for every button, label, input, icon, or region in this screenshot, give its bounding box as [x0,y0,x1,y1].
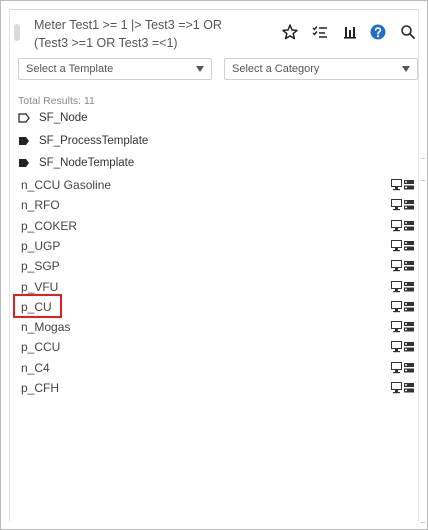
scroll-tick [421,180,425,181]
list-item[interactable]: p_CFH [10,378,418,398]
scroll-tick [421,522,425,523]
tag-filled-icon [19,159,29,167]
chevron-down-icon [196,66,204,72]
list-item-label: p_VFU [21,279,59,294]
category-select-label: Select a Category [232,63,320,75]
list-item-label: p_SGP [21,259,60,274]
tag-label: SF_ProcessTemplate [39,135,149,147]
help-icon[interactable] [368,22,388,42]
tag-label: SF_Node [39,112,88,124]
template-select[interactable]: Select a Template [18,58,212,80]
chevron-down-icon [402,66,410,72]
tag-item[interactable]: SF_Node [18,109,88,127]
monitor-server-icon[interactable] [391,280,415,293]
bar-chart-icon[interactable] [340,22,360,42]
list-item[interactable]: p_CCU [10,337,418,357]
drag-handle[interactable] [14,24,20,41]
monitor-server-icon[interactable] [391,219,415,232]
list-item[interactable]: n_C4 [10,358,418,378]
monitor-server-icon[interactable] [391,199,415,211]
monitor-server-icon[interactable] [391,239,415,252]
total-results: Total Results: 11 [18,95,95,107]
list-item[interactable]: n_Mogas [10,317,418,337]
monitor-server-icon[interactable] [391,382,415,394]
monitor-server-icon[interactable] [391,321,415,333]
list-item[interactable]: p_COKER [10,216,418,236]
list-item[interactable]: p_CU [10,297,418,317]
list-item-label: p_COKER [21,218,78,233]
list-item[interactable]: p_UGP [10,236,418,256]
query-text: Meter Test1 >= 1 |> Test3 =>1 OR (Test3 … [34,16,224,52]
list-item[interactable]: p_VFU [10,277,418,297]
monitor-server-icon[interactable] [391,341,415,353]
list-item-label: p_CU [21,299,52,314]
tag-outline-icon [18,113,30,123]
query-line-2: (Test3 >=1 OR Test3 =<1) [34,36,178,50]
monitor-server-icon[interactable] [391,361,415,374]
list-item[interactable]: n_RFO [10,195,418,215]
list-item-label: n_RFO [21,198,60,213]
template-select-label: Select a Template [26,63,114,75]
tag-item[interactable]: SF_ProcessTemplate [18,132,148,150]
panel-border-top [9,9,419,10]
list-item-label: n_CCU Gasoline [21,178,112,192]
list-item-label: p_CCU [21,340,61,355]
query-line-1: Meter Test1 >= 1 |> Test3 =>1 OR [34,18,222,32]
list-item[interactable]: n_CCU Gasoline [10,175,418,195]
tag-item[interactable]: SF_NodeTemplate [18,154,134,172]
monitor-server-icon[interactable] [391,300,415,313]
monitor-server-icon[interactable] [391,260,415,272]
monitor-server-icon[interactable] [391,179,415,191]
list-item-label: n_Mogas [21,320,71,335]
checklist-sort-icon[interactable] [310,22,330,42]
panel-border-right [418,9,419,521]
list-item[interactable]: p_SGP [10,256,418,276]
list-item-label: n_C4 [21,360,50,375]
star-icon[interactable] [280,22,300,42]
tag-filled-icon [19,137,29,145]
category-select[interactable]: Select a Category [224,58,418,80]
tag-label: SF_NodeTemplate [39,157,135,169]
list-item-label: p_UGP [21,238,61,253]
scroll-tick [421,158,425,159]
search-icon[interactable] [398,22,418,42]
list-item-label: p_CFH [21,381,60,395]
